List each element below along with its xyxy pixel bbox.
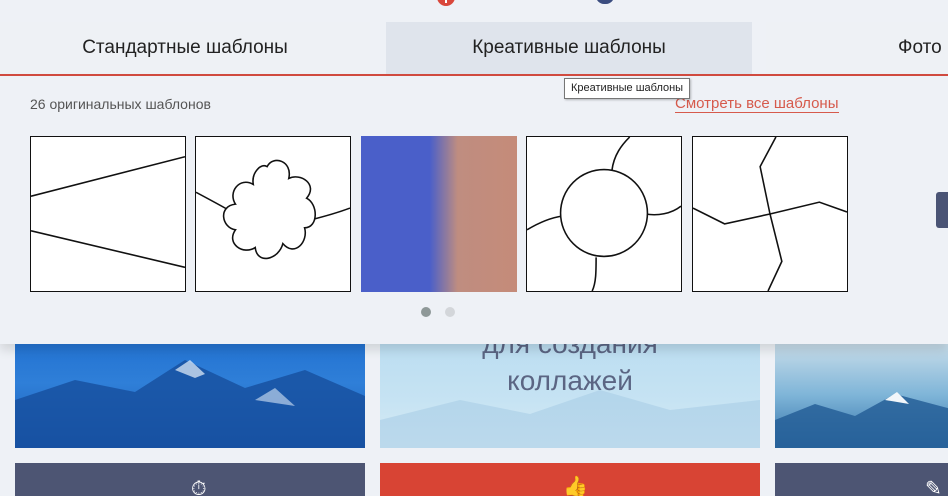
mountain-image-left[interactable] <box>15 330 365 448</box>
template-thumbnail-wedge[interactable] <box>30 136 186 292</box>
pagination-dot-2[interactable] <box>445 307 455 317</box>
mountain-graphic <box>15 360 365 448</box>
timer-icon: ⏱ <box>191 478 207 496</box>
templates-count: 26 оригинальных шаблонов <box>30 96 211 112</box>
flower-layout-icon <box>196 159 350 260</box>
circle-layout-icon <box>527 137 681 291</box>
collage-promo-banner[interactable]: для создания коллажей <box>380 330 760 448</box>
mountain-graphic-right <box>775 392 948 448</box>
tab-tooltip: Креативные шаблоны <box>564 78 691 99</box>
tabs-active-underline <box>0 74 948 76</box>
tab-creative-templates[interactable]: Креативные шаблоны <box>386 22 752 74</box>
template-thumbnail-circle[interactable] <box>526 136 682 292</box>
carousel-pagination <box>421 307 455 317</box>
tab-standard-templates[interactable]: Стандартные шаблоны <box>0 22 370 74</box>
creative-templates-dropdown: 26 оригинальных шаблонов Смотреть все ша… <box>0 76 948 344</box>
feature-tile-right[interactable]: ✎ <box>775 463 948 496</box>
template-thumbnail-puzzle[interactable] <box>692 136 848 292</box>
tab-photo-templates[interactable]: Фото <box>766 22 948 74</box>
pencil-icon: ✎ <box>925 478 942 496</box>
brand-logo-icon[interactable] <box>437 0 455 6</box>
carousel-next-handle[interactable] <box>936 192 948 228</box>
mountain-image-right[interactable] <box>775 330 948 448</box>
pagination-dot-1[interactable] <box>421 307 431 317</box>
social-logo-icon[interactable] <box>596 0 614 4</box>
puzzle-layout-icon <box>693 137 847 291</box>
feature-tile-like[interactable]: 👍 <box>380 463 760 496</box>
feature-tile-timer[interactable]: ⏱ <box>15 463 365 496</box>
see-all-templates-link[interactable]: Смотреть все шаблоны <box>675 95 839 113</box>
template-thumbnail-gradient[interactable] <box>361 136 517 292</box>
template-category-tabs: Стандартные шаблоны Креативные шаблоны Ф… <box>0 22 948 76</box>
promo-text-line2: коллажей <box>507 365 633 396</box>
thumbs-up-icon: 👍 <box>563 476 588 496</box>
template-thumbnail-flower[interactable] <box>195 136 351 292</box>
wedge-layout-icon <box>31 155 185 269</box>
